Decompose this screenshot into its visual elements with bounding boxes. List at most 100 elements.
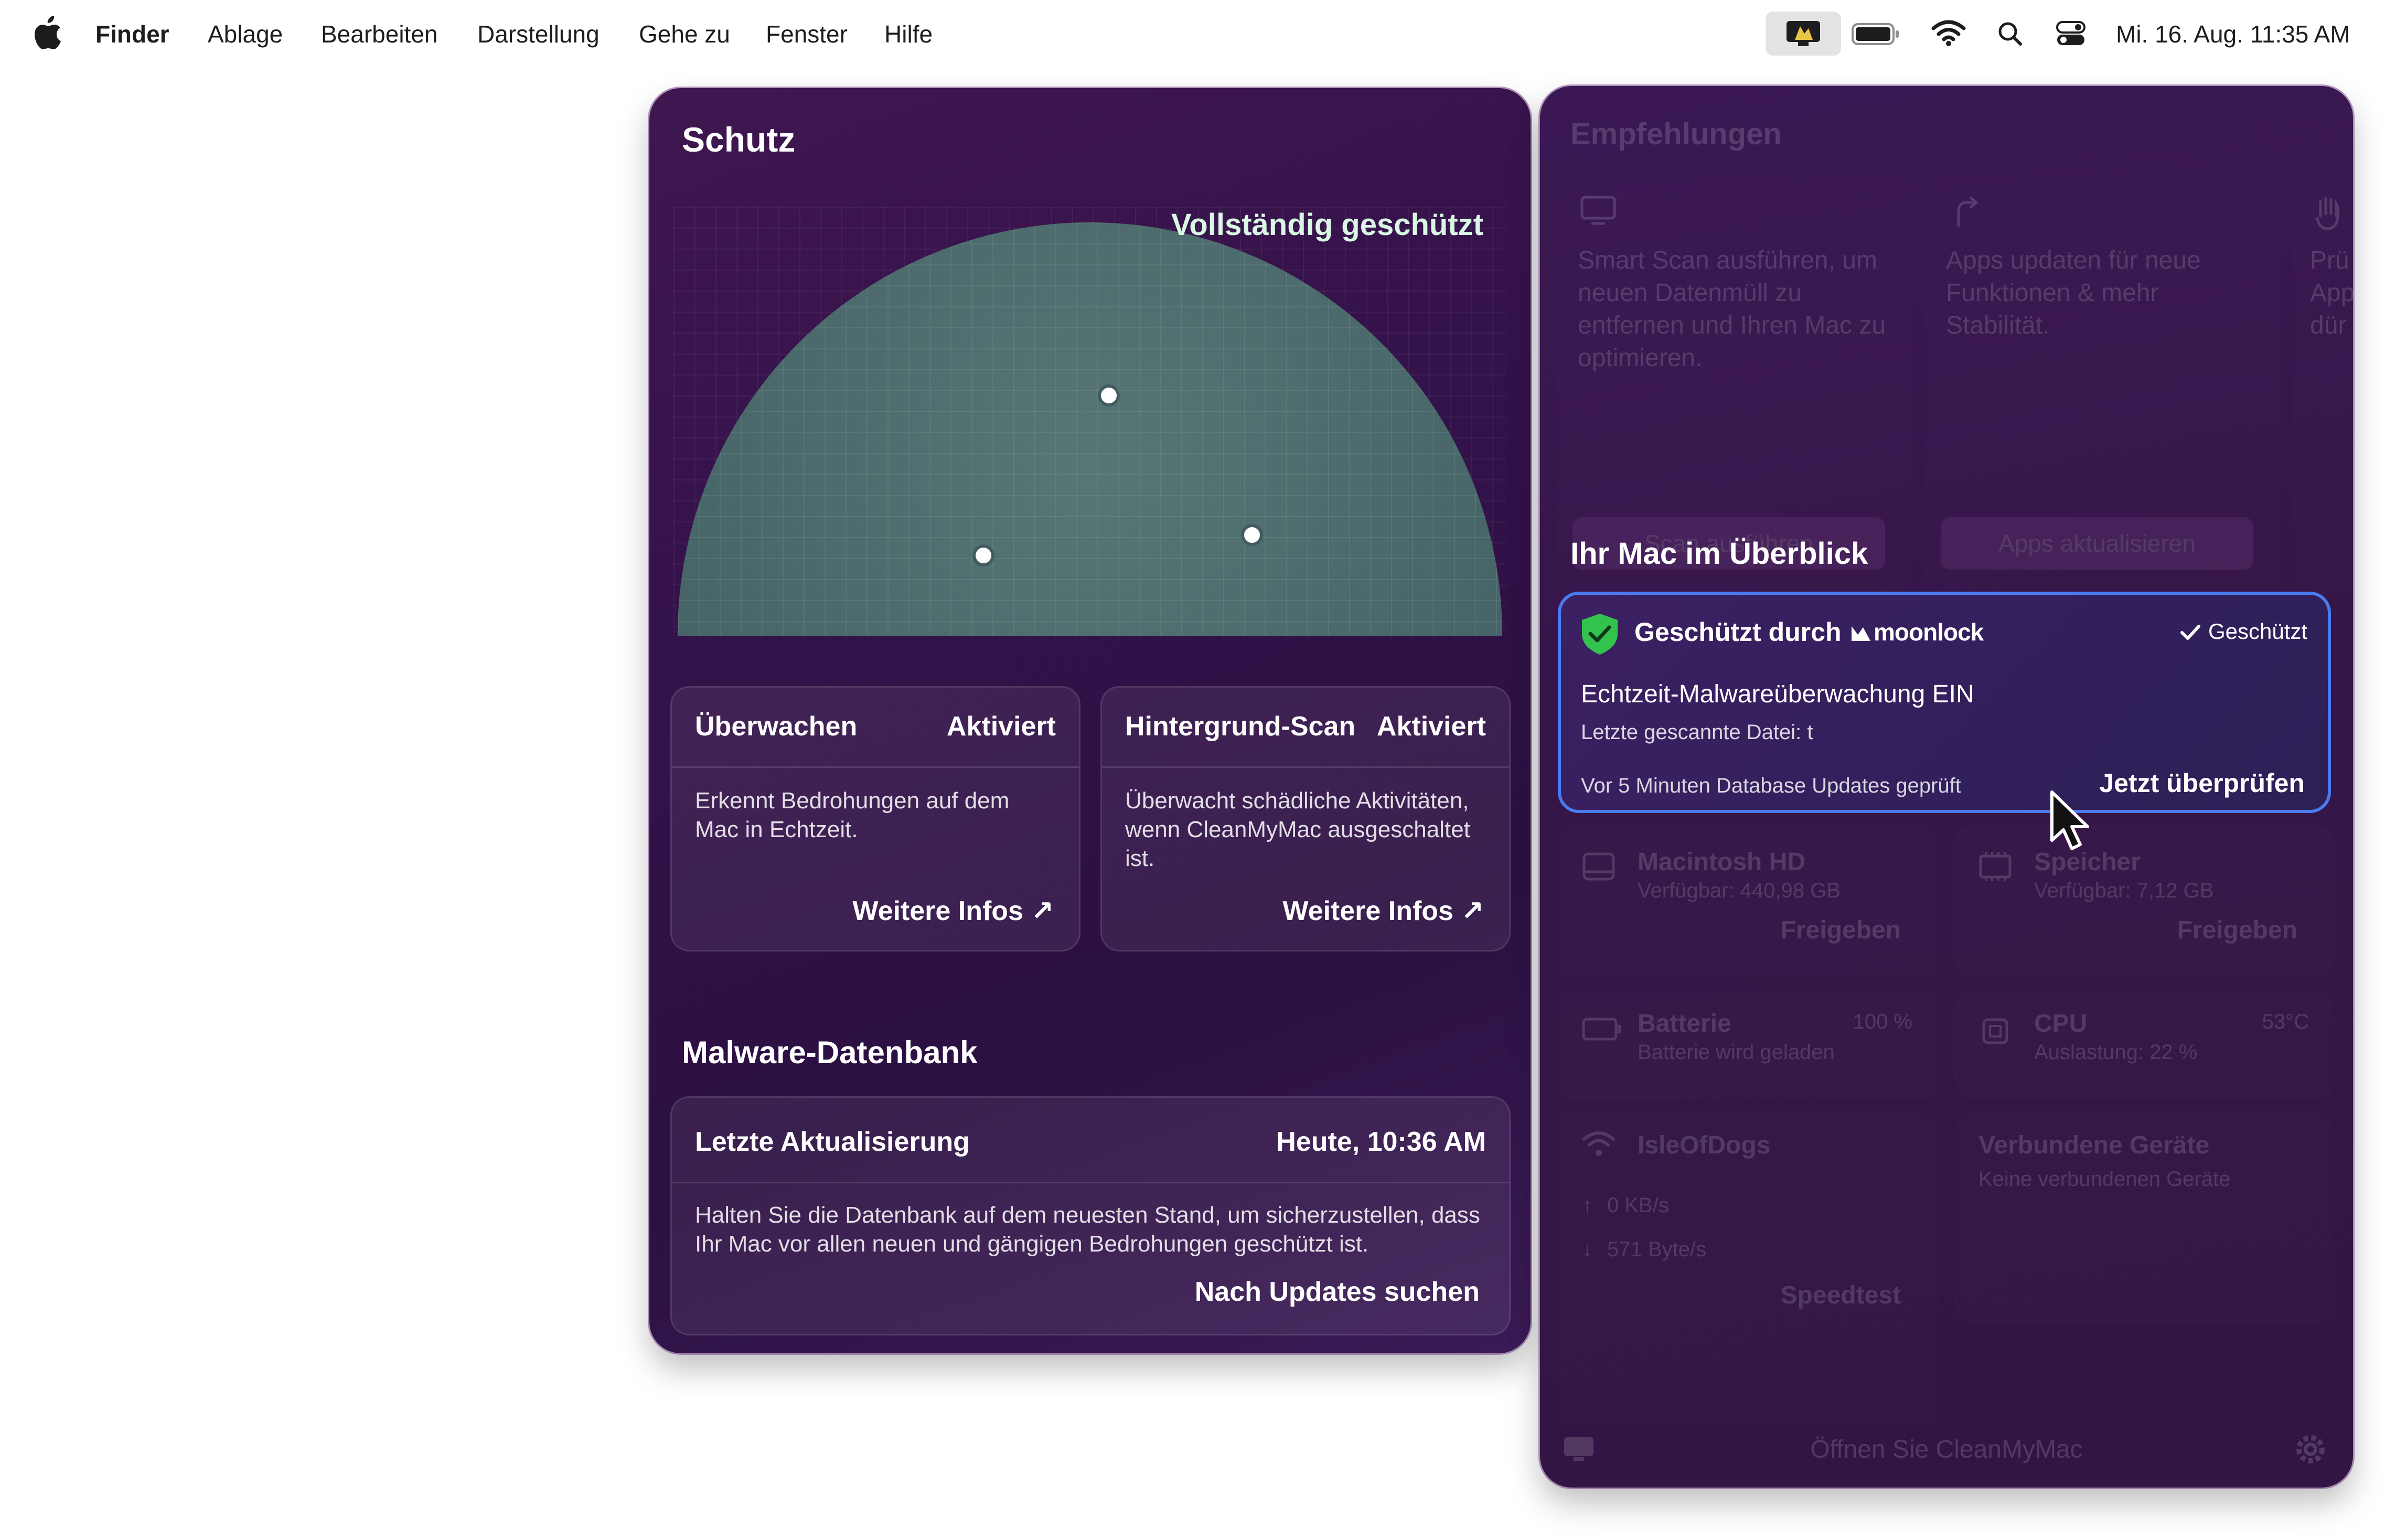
menu-fenster[interactable]: Fenster xyxy=(766,20,848,48)
protection-panel: Schutz Vollständig geschützt Überwachen … xyxy=(649,88,1531,1353)
disk-icon xyxy=(1582,852,1615,881)
battery-status: Batterie wird geladen xyxy=(1638,1041,1835,1064)
recommendation-card: Apps updaten für neue Funktionen & mehr … xyxy=(1924,179,2281,594)
divider xyxy=(1102,766,1509,768)
update-arrow-icon xyxy=(1957,196,1978,227)
mouse-cursor-icon xyxy=(2050,790,2089,850)
divider xyxy=(672,1182,1509,1183)
background-scan-card-state: Aktiviert xyxy=(1376,711,1486,742)
protection-status: Vollständig geschützt xyxy=(1171,208,1483,242)
last-update-label: Letzte Aktualisierung xyxy=(695,1127,970,1157)
menu-datetime[interactable]: Mi. 16. Aug. 11:35 AM xyxy=(2116,20,2350,48)
memory-available: Verfügbar: 7,12 GB xyxy=(2034,879,2214,902)
cleanmymac-tray-button[interactable] xyxy=(1766,12,1841,56)
network-tile[interactable]: IsleOfDogs ↑ 0 KB/s ↓ 571 Byte/s Speedte… xyxy=(1558,1113,1938,1423)
disk-tile[interactable]: Macintosh HD Verfügbar: 440,98 GB Freige… xyxy=(1558,826,1938,978)
cpu-tile[interactable]: CPU 53°C Auslastung: 22 % xyxy=(1954,991,2334,1099)
background-scan-card-title: Hintergrund-Scan xyxy=(1125,711,1356,742)
upload-arrow-icon: ↑ xyxy=(1582,1194,1592,1217)
last-scanned-file: Letzte gescannte Datei: t xyxy=(1581,721,1813,744)
battery-icon[interactable] xyxy=(1852,23,1900,45)
panel-title: Schutz xyxy=(682,120,796,159)
connected-devices-tile[interactable]: Verbundene Geräte Keine verbundenen Gerä… xyxy=(1954,1113,2334,1323)
battery-name: Batterie xyxy=(1638,1010,1731,1038)
monitor-more-info-link[interactable]: Weitere Infos ↗ xyxy=(852,895,1054,927)
radar-dot xyxy=(1244,527,1260,543)
monitor-icon xyxy=(1580,196,1616,225)
checkmark-icon xyxy=(2180,625,2200,640)
malware-db-card: Letzte Aktualisierung Heute, 10:36 AM Ha… xyxy=(670,1096,1511,1335)
battery-tile-icon xyxy=(1582,1018,1621,1041)
malware-db-desc: Halten Sie die Datenbank auf dem neueste… xyxy=(695,1202,1480,1257)
recommendation-card: Prü App dür xyxy=(2292,179,2353,594)
divider xyxy=(672,766,1079,768)
hand-icon xyxy=(2316,197,2340,230)
shield-check-icon xyxy=(1582,614,1618,655)
check-now-button[interactable]: Jetzt überprüfen xyxy=(2099,768,2305,798)
connected-devices-name: Verbundene Geräte xyxy=(1978,1131,2210,1159)
background-scan-card-desc: Überwacht schädliche Aktivitäten, wenn C… xyxy=(1125,788,1470,871)
malware-db-heading: Malware-Datenbank xyxy=(682,1035,978,1070)
download-speed: 571 Byte/s xyxy=(1607,1238,1707,1261)
open-cleanmymac-button[interactable]: Öffnen Sie CleanMyMac xyxy=(1540,1435,2353,1464)
radar-dot xyxy=(1101,388,1117,403)
cleanmymac-menu-panel: Empfehlungen Smart Scan ausführen, um ne… xyxy=(1540,86,2353,1488)
background-scan-card: Hintergrund-Scan Aktiviert Überwacht sch… xyxy=(1100,686,1511,951)
radar-grid xyxy=(678,222,1502,636)
check-updates-button[interactable]: Nach Updates suchen xyxy=(1195,1276,1480,1308)
disk-free-up-button[interactable]: Freigeben xyxy=(1781,916,1901,945)
cpu-load: Auslastung: 22 % xyxy=(2034,1041,2198,1064)
memory-free-up-button[interactable]: Freigeben xyxy=(2177,916,2297,945)
monitor-card-title: Überwachen xyxy=(695,711,858,742)
last-update-value: Heute, 10:36 AM xyxy=(1276,1127,1486,1157)
cpu-name: CPU xyxy=(2034,1010,2088,1038)
cpu-temperature: 53°C xyxy=(2262,1010,2309,1033)
background-scan-more-info-link[interactable]: Weitere Infos ↗ xyxy=(1282,895,1484,927)
monitor-card-state: Aktiviert xyxy=(946,711,1056,742)
cleanmymac-tray-icon xyxy=(1787,21,1820,46)
menu-gehe-zu[interactable]: Gehe zu xyxy=(639,20,730,48)
upload-speed: 0 KB/s xyxy=(1607,1194,1669,1217)
recommendation-text: Prü App dür xyxy=(2310,247,2353,339)
menu-bar: Finder Ablage Bearbeiten Darstellung Geh… xyxy=(0,0,2396,67)
overview-title: Ihr Mac im Überblick xyxy=(1570,537,1868,571)
memory-icon xyxy=(1979,852,2012,881)
moonlock-brand: moonlock xyxy=(1874,618,1984,646)
disk-name: Macintosh HD xyxy=(1638,848,1806,876)
download-arrow-icon: ↓ xyxy=(1582,1238,1592,1261)
menu-bearbeiten[interactable]: Bearbeiten xyxy=(321,20,438,48)
protected-badge: Geschützt xyxy=(2208,619,2308,644)
battery-tile[interactable]: Batterie 100 % Batterie wird geladen xyxy=(1558,991,1938,1099)
database-update-status: Vor 5 Minuten Database Updates geprüft xyxy=(1581,774,1961,797)
moonlock-logo-icon xyxy=(1852,626,1870,641)
control-center-icon[interactable] xyxy=(2056,21,2085,46)
apple-logo-icon[interactable] xyxy=(33,16,62,50)
speedtest-button[interactable]: Speedtest xyxy=(1781,1281,1901,1310)
menu-finder[interactable]: Finder xyxy=(95,20,169,48)
wifi-tile-icon xyxy=(1582,1131,1615,1156)
wifi-icon[interactable] xyxy=(1931,20,1966,46)
recommendation-card: Smart Scan ausführen, um neuen Datenmüll… xyxy=(1556,179,1912,594)
monitor-card-desc: Erkennt Bedrohungen auf dem Mac in Echtz… xyxy=(695,788,1010,842)
menu-ablage[interactable]: Ablage xyxy=(208,20,283,48)
realtime-monitoring-status: Echtzeit-Malwareüberwachung EIN xyxy=(1581,680,1974,708)
settings-gear-icon[interactable] xyxy=(2293,1432,2328,1467)
network-name: IsleOfDogs xyxy=(1638,1131,1771,1159)
battery-percentage: 100 % xyxy=(1853,1010,1912,1033)
memory-tile[interactable]: Speicher Verfügbar: 7,12 GB Freigeben xyxy=(1954,826,2334,978)
protected-by-label: Geschützt durch xyxy=(1634,617,1842,647)
recommendations-title: Empfehlungen xyxy=(1570,117,1782,151)
menu-darstellung[interactable]: Darstellung xyxy=(477,20,600,48)
protection-radar: Vollständig geschützt xyxy=(673,207,1506,636)
recommendation-text: Apps updaten für neue Funktionen & mehr … xyxy=(1946,247,2201,339)
search-icon[interactable] xyxy=(1997,21,2023,46)
monitor-card: Überwachen Aktiviert Erkennt Bedrohungen… xyxy=(670,686,1081,951)
disk-available: Verfügbar: 440,98 GB xyxy=(1638,879,1841,902)
radar-dot xyxy=(976,548,991,563)
menu-hilfe[interactable]: Hilfe xyxy=(884,20,933,48)
cpu-icon xyxy=(1982,1018,2008,1044)
update-apps-button[interactable]: Apps aktualisieren xyxy=(1941,517,2253,570)
protection-overview-card[interactable]: Geschützt durch moonlock Geschützt Echtz… xyxy=(1558,592,2331,813)
recommendation-text: Smart Scan ausführen, um neuen Datenmüll… xyxy=(1578,247,1886,372)
connected-devices-status: Keine verbundenen Geräte xyxy=(1978,1168,2231,1191)
